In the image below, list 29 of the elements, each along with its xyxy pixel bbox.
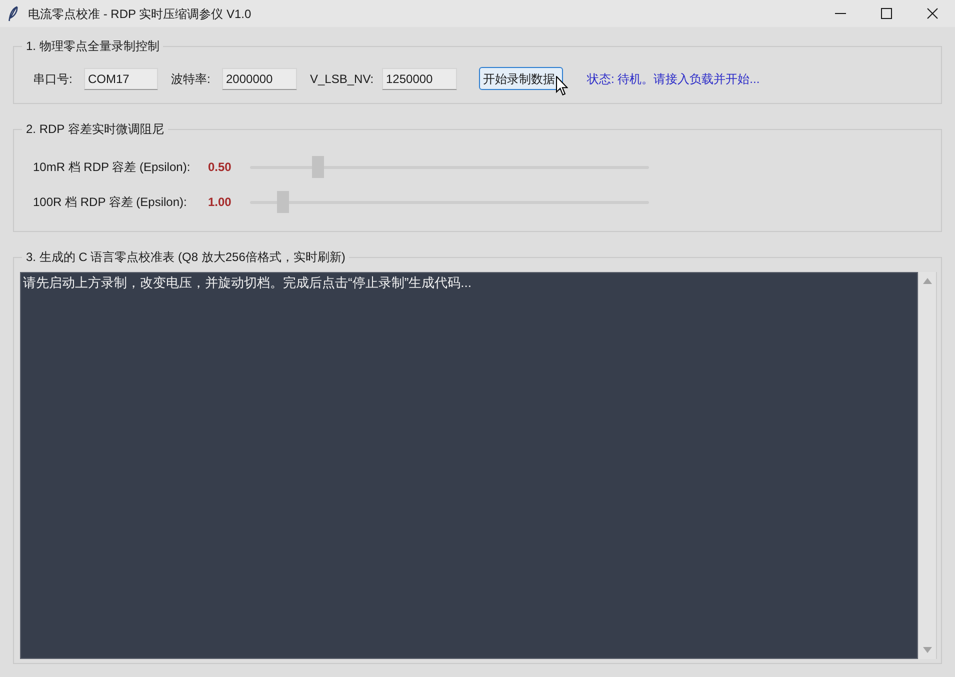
slider-value: 1.00 xyxy=(208,194,232,211)
start-recording-button[interactable]: 开始录制数据 xyxy=(479,67,563,90)
field-label: 波特率: xyxy=(171,70,212,88)
input-field[interactable]: 2000000 xyxy=(222,68,297,90)
status-text: 状态: 待机。请接入负载并开始... xyxy=(587,70,760,88)
input-field[interactable]: 1250000 xyxy=(382,68,457,90)
slider-label: 100R 档 RDP 容差 (Epsilon): xyxy=(33,194,188,211)
group-title: 2. RDP 容差实时微调阻尼 xyxy=(25,121,165,137)
maximize-icon xyxy=(880,8,892,19)
output-text-area[interactable]: 请先启动上方录制，改变电压，并旋动切档。完成后点击“停止录制”生成代码... xyxy=(20,272,918,659)
scrollbar[interactable] xyxy=(919,272,937,659)
slider[interactable] xyxy=(250,156,649,178)
scroll-up-arrow-icon[interactable] xyxy=(923,278,932,284)
mouse-cursor-icon xyxy=(556,76,568,96)
slider-thumb[interactable] xyxy=(277,191,290,213)
field-label: 串口号: xyxy=(33,70,74,88)
slider-value: 0.50 xyxy=(208,159,232,176)
slider-thumb[interactable] xyxy=(312,156,324,178)
close-icon xyxy=(926,8,938,19)
window-title: 电流零点校准 - RDP 实时压缩调参仪 V1.0 xyxy=(28,6,252,22)
group-title: 1. 物理零点全量录制控制 xyxy=(25,38,160,54)
minimize-icon xyxy=(834,13,846,14)
slider[interactable] xyxy=(250,191,649,213)
group-title: 3. 生成的 C 语言零点校准表 (Q8 放大256倍格式，实时刷新) xyxy=(25,249,346,265)
feather-icon xyxy=(8,6,18,22)
slider-label: 10mR 档 RDP 容差 (Epsilon): xyxy=(33,159,192,176)
field-label: V_LSB_NV: xyxy=(310,70,375,88)
scroll-down-arrow-icon[interactable] xyxy=(923,647,932,653)
input-field[interactable]: COM17 xyxy=(84,68,158,90)
